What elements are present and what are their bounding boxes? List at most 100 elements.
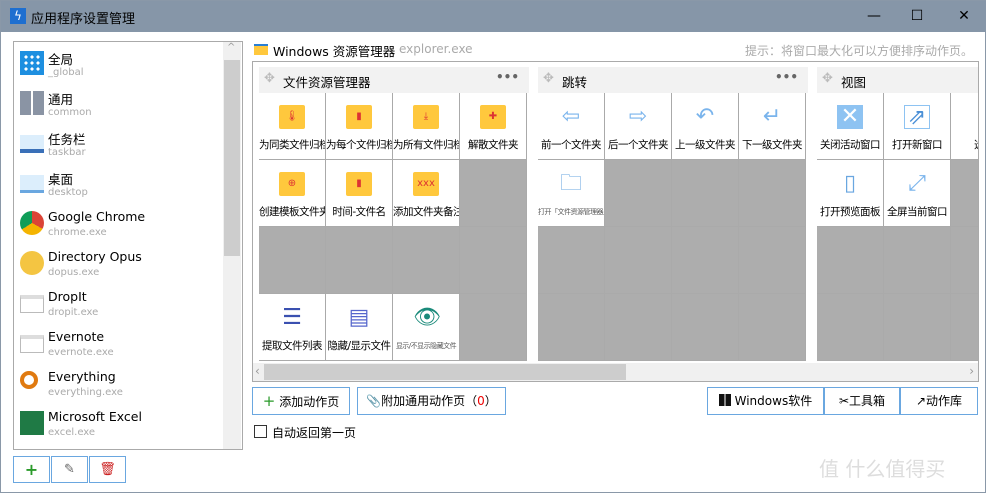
app-item-exe: excel.exe: [48, 427, 96, 438]
app-list-item[interactable]: 全局 _global: [18, 47, 218, 87]
group-header[interactable]: ✥ 视图: [817, 67, 978, 93]
desktop-icon: [20, 175, 44, 193]
vertical-scrollbar[interactable]: ^: [223, 42, 241, 449]
app-exe: explorer.exe: [399, 42, 473, 56]
app-item-name: Directory Opus: [48, 249, 142, 264]
empty-cell: [672, 294, 739, 361]
app-list-item[interactable]: 任务栏 taskbar: [18, 127, 218, 167]
app-list-item[interactable]: Directory Opus dopus.exe: [18, 247, 218, 287]
app-list-item[interactable]: Evernote evernote.exe: [18, 327, 218, 367]
scrollbar-thumb[interactable]: [264, 364, 626, 380]
undo-arrow-icon: ↶: [695, 104, 715, 129]
app-item-exe: _global: [48, 67, 84, 78]
action-label: 为同类文件归档: [259, 139, 326, 151]
folder-download-icon: ⤓: [413, 105, 439, 129]
move-handle-icon[interactable]: ✥: [543, 71, 554, 86]
empty-cell: [538, 294, 605, 361]
app-item-exe: dropit.exe: [48, 307, 99, 318]
attach-count: 0: [477, 394, 485, 408]
windows-software-button[interactable]: Windows软件: [707, 387, 824, 415]
folder-zip-icon: 🌡: [279, 105, 305, 129]
app-item-exe: evernote.exe: [48, 347, 114, 358]
action-cell[interactable]: 🌡 为同类文件归档: [259, 93, 326, 160]
action-cell[interactable]: ✚ 解散文件夹: [460, 93, 527, 160]
app-item-name: 通用: [48, 92, 74, 107]
app-item-name: Everything: [48, 369, 116, 384]
app-item-name: Evernote: [48, 329, 105, 344]
app-list-item[interactable]: DropIt dropit.exe: [18, 287, 218, 327]
action-cell[interactable]: ⤢ 全屏当前窗口: [884, 160, 951, 227]
app-list-item[interactable]: 桌面 desktop: [18, 167, 218, 207]
empty-cell: [672, 227, 739, 294]
delete-app-button[interactable]: 🗑: [89, 456, 126, 483]
action-label: 上一级文件夹: [675, 139, 736, 151]
scrollbar-thumb[interactable]: [224, 60, 240, 256]
action-cell[interactable]: ▮ 为每个文件归档: [326, 93, 393, 160]
action-cell[interactable]: ▤ 隐藏/显示文件: [326, 294, 393, 361]
more-options-icon[interactable]: •••: [496, 70, 519, 84]
minimize-button[interactable]: —: [851, 1, 897, 32]
scroll-right-icon[interactable]: ›: [969, 364, 974, 378]
empty-cell: [460, 160, 527, 227]
action-cell[interactable]: ↵ 下一级文件夹: [739, 93, 806, 160]
scroll-left-icon[interactable]: ‹: [255, 364, 260, 378]
toolbox-button[interactable]: ✂工具箱: [824, 387, 900, 415]
action-page-group: ✥ 跳转 ••• ⇦ 前一个文件夹 ⇨ 后一个文件夹 ↶ 上一级文件夹 ↵ 下一级文件夹 🗀 打开「文件…: [538, 67, 808, 361]
maximize-button[interactable]: ☐: [894, 1, 940, 32]
eye-slash-icon: 👁: [413, 305, 441, 330]
group-header[interactable]: ✥ 文件资源管理器 •••: [259, 67, 529, 93]
empty-cell: [605, 160, 672, 227]
grid-app-icon: [20, 51, 44, 75]
add-app-button[interactable]: +: [13, 456, 50, 483]
folder-puzzle-icon: ✚: [480, 105, 506, 129]
plus-icon: +: [262, 392, 276, 410]
action-cell[interactable]: ⇨ 后一个文件夹: [605, 93, 672, 160]
empty-cell: [460, 294, 527, 361]
horizontal-scrollbar[interactable]: ‹ ›: [253, 363, 978, 381]
app-item-name: 桌面: [48, 172, 74, 187]
action-cell[interactable]: ▮ 时间-文件名: [326, 160, 393, 227]
action-label: 后一个文件夹: [608, 139, 669, 151]
action-cell[interactable]: ▯ 选择: [951, 93, 978, 160]
add-page-button[interactable]: + 添加动作页: [252, 387, 350, 415]
external-link-icon: ↗: [915, 394, 927, 408]
empty-cell: [739, 227, 806, 294]
action-cell[interactable]: ⇗ 打开新窗口: [884, 93, 951, 160]
move-handle-icon[interactable]: ✥: [822, 71, 833, 86]
app-list-item[interactable]: Microsoft Excel excel.exe: [18, 407, 218, 447]
action-cell[interactable]: ⇦ 前一个文件夹: [538, 93, 605, 160]
action-cell[interactable]: ☰ 提取文件列表: [259, 294, 326, 361]
scroll-up-icon[interactable]: ^: [227, 42, 235, 53]
more-options-icon[interactable]: •••: [775, 70, 798, 84]
excel-icon: [20, 411, 44, 435]
empty-cell: [817, 294, 884, 361]
auto-return-checkbox[interactable]: [254, 425, 267, 438]
arrow-left-icon: ⇦: [561, 104, 581, 129]
app-list-item[interactable]: Google Chrome chrome.exe: [18, 207, 218, 247]
app-list-item[interactable]: Everything everything.exe: [18, 367, 218, 407]
action-cell[interactable]: ✕ 关闭活动窗口: [817, 93, 884, 160]
close-button[interactable]: ✕: [941, 1, 986, 32]
action-cell[interactable]: 👁 显示/不显示隐藏文件: [393, 294, 460, 361]
new-window-icon: ⇗: [904, 105, 930, 130]
action-page-group: ✥ 视图 ✕ 关闭活动窗口 ⇗ 打开新窗口 ▯ 选择 ▯ 打开预览面板 ⤢ 全屏当前窗口: [817, 67, 978, 361]
move-handle-icon[interactable]: ✥: [264, 71, 275, 86]
action-label: 选择: [951, 137, 978, 152]
action-cell[interactable]: ⤓ 为所有文件归档: [393, 93, 460, 160]
action-library-button[interactable]: ↗动作库: [900, 387, 978, 415]
action-cell[interactable]: 🗀 打开「文件资源管理器」: [538, 160, 605, 227]
action-cell[interactable]: xxx 添加文件夹备注: [393, 160, 460, 227]
action-cell[interactable]: ↶ 上一级文件夹: [672, 93, 739, 160]
app-list-item[interactable]: 通用 common: [18, 87, 218, 127]
enter-arrow-icon: ↵: [762, 104, 782, 129]
action-cell[interactable]: ⊕ 创建模板文件夹: [259, 160, 326, 227]
group-header[interactable]: ✥ 跳转 •••: [538, 67, 808, 93]
action-label: 为所有文件归档: [393, 139, 460, 151]
attach-close: ）: [484, 394, 497, 408]
open-folder-icon: 🗀: [559, 171, 582, 196]
attach-common-button[interactable]: 📎附加通用动作页（0）: [357, 387, 506, 415]
empty-cell: [538, 227, 605, 294]
edit-app-button[interactable]: ✎: [51, 456, 88, 483]
action-cell[interactable]: ▯ 打开预览面板: [817, 160, 884, 227]
empty-cell: [672, 160, 739, 227]
